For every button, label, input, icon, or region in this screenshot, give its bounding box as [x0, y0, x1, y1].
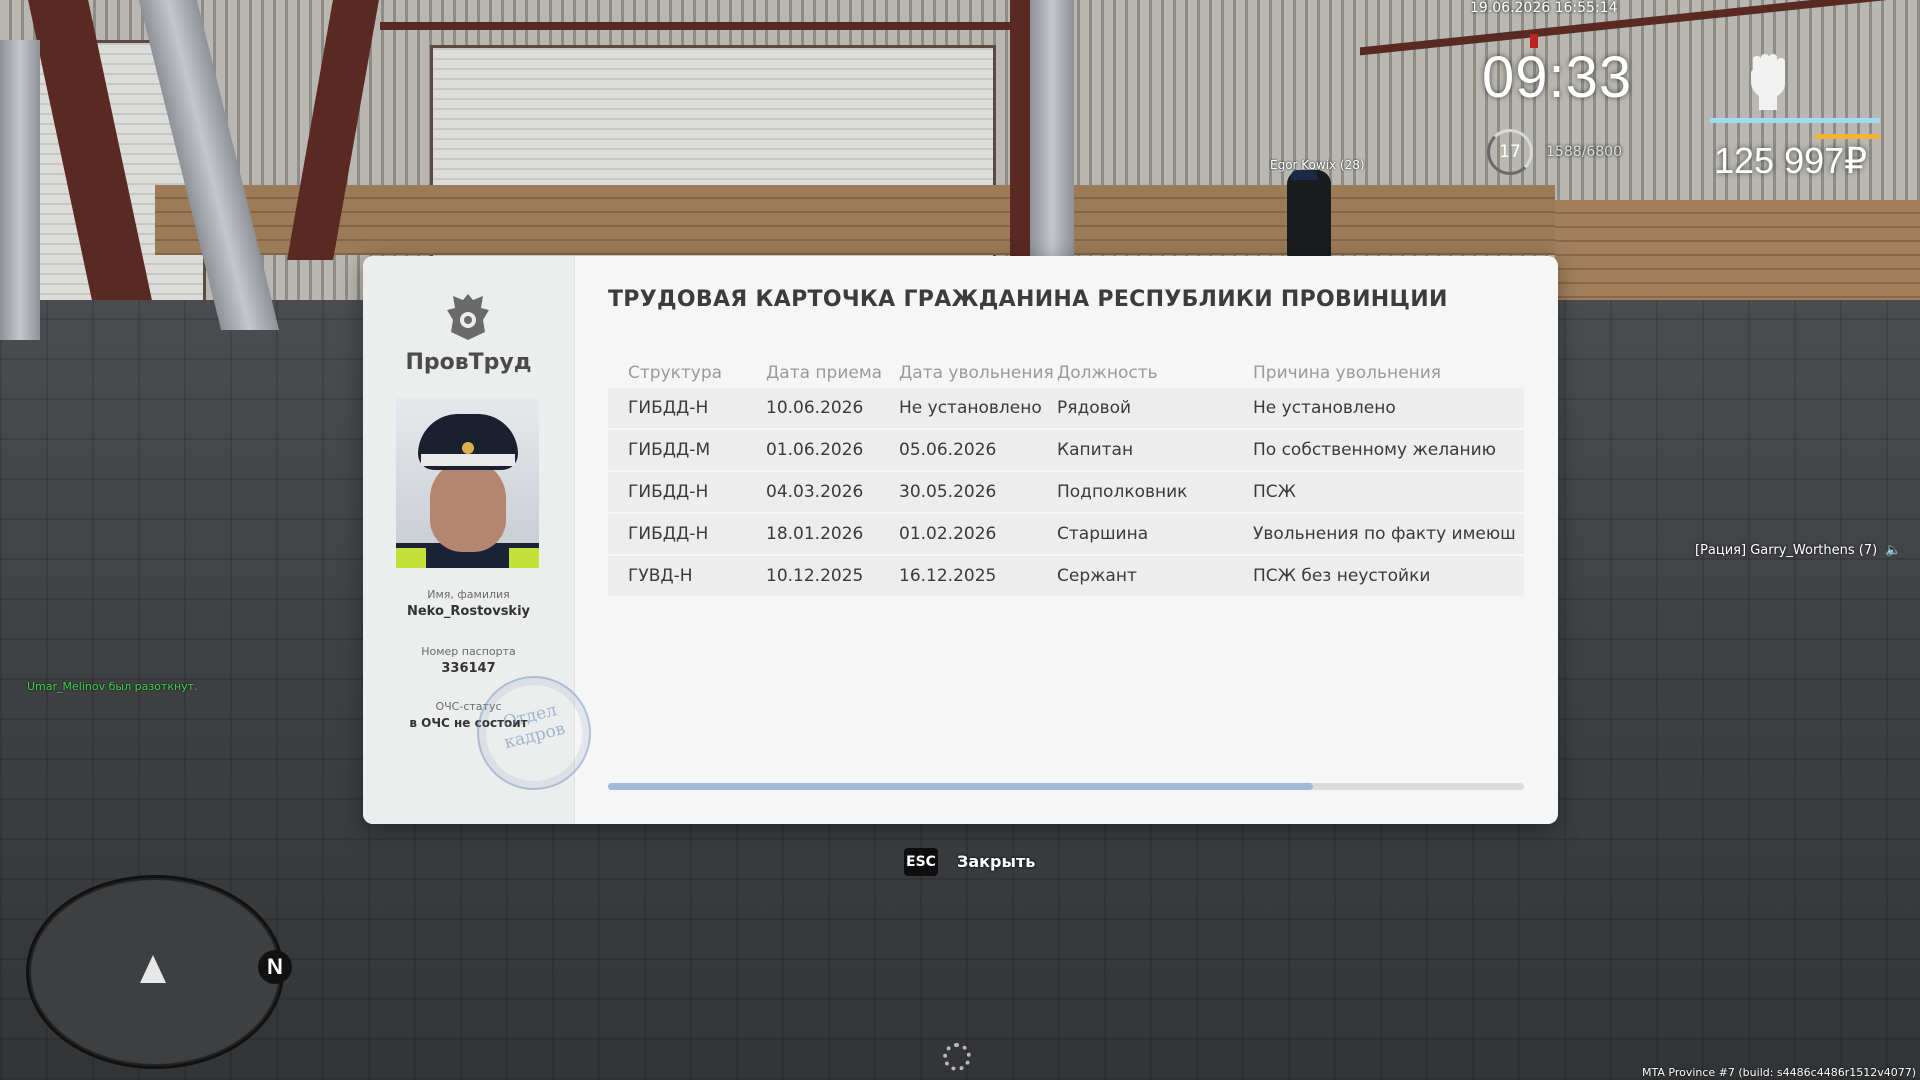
table-row: ГИБДД-Н 10.06.2026 Не установлено Рядово…: [608, 388, 1524, 428]
cell-dismissal-date: Не установлено: [899, 398, 1042, 418]
roof-beam: [380, 22, 1010, 30]
armor-bar: [1815, 134, 1880, 139]
close-button[interactable]: Закрыть: [957, 852, 1035, 871]
column-header: Дата приема: [766, 363, 883, 383]
fist-icon: [1751, 54, 1785, 110]
employment-history-table[interactable]: Структура Дата приема Дата увольнения До…: [608, 358, 1524, 598]
card-title: ТРУДОВАЯ КАРТОЧКА ГРАЖДАНИНА РЕСПУБЛИКИ …: [608, 287, 1448, 312]
column-header: Причина увольнения: [1253, 363, 1441, 383]
money-display: 125 997₽: [1714, 140, 1868, 181]
player-nametag: Egor Kowix (28): [1270, 158, 1365, 172]
passport-label: Номер паспорта: [421, 645, 516, 658]
cell-hire-date: 10.12.2025: [766, 566, 864, 586]
table-row: ГИБДД-М 01.06.2026 05.06.2026 Капитан По…: [608, 430, 1524, 470]
coat-of-arms-icon: [447, 294, 489, 340]
column-header: Должность: [1057, 363, 1158, 383]
speaker-icon: 🔈: [1885, 543, 1902, 558]
cell-structure: ГИБДД-Н: [628, 524, 709, 544]
build-info: MTA Province #7 (build: s4486c4486r1512v…: [1642, 1066, 1917, 1079]
scrollbar-thumb[interactable]: [608, 783, 1314, 790]
table-header: Структура Дата приема Дата увольнения До…: [608, 358, 1524, 388]
cell-dismissal-reason: Увольнения по факту имеюш: [1253, 524, 1516, 544]
cell-dismissal-reason: По собственному желанию: [1253, 440, 1496, 460]
cell-hire-date: 18.01.2026: [766, 524, 864, 544]
cell-hire-date: 04.03.2026: [766, 482, 864, 502]
column-header: Дата увольнения: [899, 363, 1054, 383]
cell-dismissal-date: 01.02.2026: [899, 524, 997, 544]
column-header: Структура: [628, 363, 723, 383]
player-arrow-icon: [140, 955, 166, 983]
steel-pillar: [1030, 0, 1074, 256]
cell-structure: ГУВД-Н: [628, 566, 693, 586]
npc-officer: [1287, 170, 1331, 258]
hud-clock: 09:33: [1482, 45, 1633, 110]
cell-structure: ГИБДД-М: [628, 440, 711, 460]
cell-dismissal-date: 16.12.2025: [899, 566, 997, 586]
level-number: 17: [1499, 142, 1521, 162]
health-bar: [1710, 118, 1880, 123]
cell-hire-date: 10.06.2026: [766, 398, 864, 418]
passport-number: 336147: [441, 661, 496, 676]
cell-position: Капитан: [1057, 440, 1134, 460]
table-row: ГИБДД-Н 18.01.2026 01.02.2026 Старшина У…: [608, 514, 1524, 554]
radio-message: [Рация] Garry_Worthens (7): [1695, 543, 1878, 558]
cell-structure: ГИБДД-Н: [628, 398, 709, 418]
table-row: ГИБДД-Н 04.03.2026 30.05.2026 Подполковн…: [608, 472, 1524, 512]
steel-pillar: [0, 40, 40, 340]
cell-position: Сержант: [1057, 566, 1137, 586]
brick-wall-left: [155, 185, 1555, 255]
employment-card-modal: ПровТруд Имя, фамилия Neko_Rostovskiy Но…: [363, 256, 1558, 824]
cell-position: Подполковник: [1057, 482, 1188, 502]
organization-name: ПровТруд: [405, 350, 532, 375]
experience-counter: 1588/6800: [1546, 144, 1622, 160]
north-indicator: N: [258, 950, 292, 984]
esc-key-hint[interactable]: ESC: [904, 848, 938, 876]
hud-datetime: 19.06.2026 16:55:14: [1470, 0, 1618, 16]
cell-position: Старшина: [1057, 524, 1149, 544]
table-row: ГУВД-Н 10.12.2025 16.12.2025 Сержант ПСЖ…: [608, 556, 1524, 596]
citizen-name: Neko_Rostovskiy: [406, 604, 531, 619]
cell-structure: ГИБДД-Н: [628, 482, 709, 502]
cell-dismissal-reason: ПСЖ: [1253, 482, 1296, 502]
loading-spinner-icon: [943, 1043, 971, 1071]
cell-position: Рядовой: [1057, 398, 1132, 418]
cell-dismissal-reason: Не установлено: [1253, 398, 1396, 418]
citizen-photo: [396, 398, 539, 568]
cell-hire-date: 01.06.2026: [766, 440, 864, 460]
cell-dismissal-date: 05.06.2026: [899, 440, 997, 460]
cell-dismissal-date: 30.05.2026: [899, 482, 997, 502]
chat-message: Umar_Melinov был разоткнут.: [27, 680, 198, 693]
cell-dismissal-reason: ПСЖ без неустойки: [1253, 566, 1431, 586]
name-label: Имя, фамилия: [427, 588, 510, 601]
